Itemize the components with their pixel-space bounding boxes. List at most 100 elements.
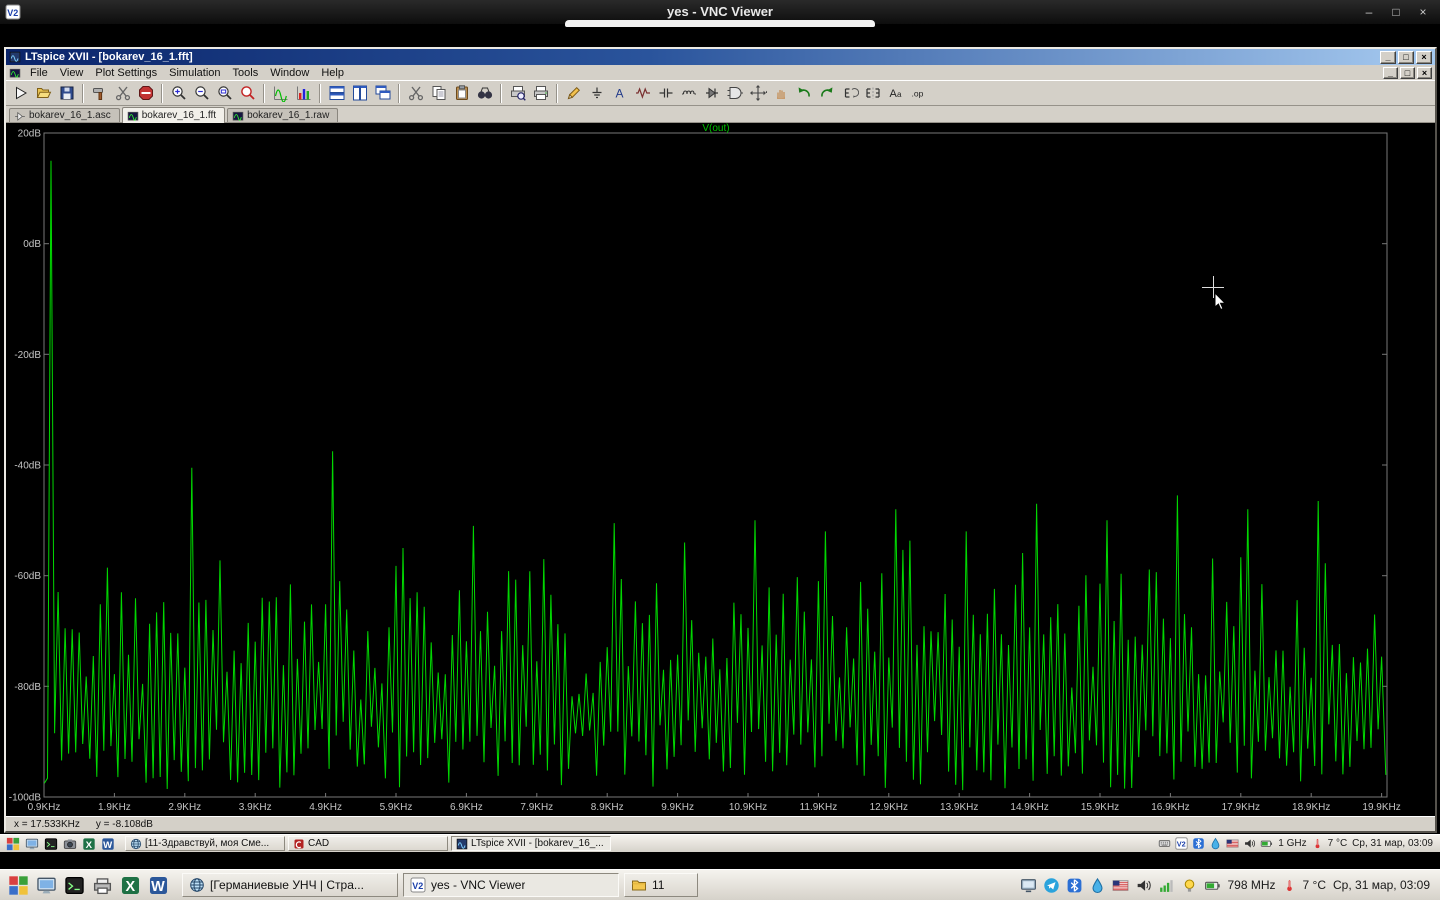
chart-bars-button[interactable] [292, 82, 315, 104]
zoom-full-button[interactable] [213, 82, 236, 104]
remote-tray-flag-us[interactable] [1226, 837, 1239, 850]
remote-tray-keyboard[interactable] [1158, 837, 1171, 850]
remote-task-cad[interactable]: CAD [288, 836, 448, 851]
svg-text:A: A [615, 87, 623, 101]
vnc-toolbar-tab[interactable] [565, 20, 875, 27]
local-launcher-app-menu[interactable] [4, 871, 32, 899]
local-launcher-word[interactable]: W [144, 871, 172, 899]
diode-button[interactable] [700, 82, 723, 104]
local-tray-flag-us[interactable] [1112, 877, 1129, 894]
autorange-button[interactable] [269, 82, 292, 104]
remote-launcher-computer[interactable] [22, 836, 41, 852]
remote-tray-drop[interactable] [1209, 837, 1222, 850]
vnc-minimize-button[interactable]: – [1362, 1, 1376, 23]
document-close-button[interactable]: × [1417, 67, 1432, 79]
local-launcher-calc[interactable]: X [116, 871, 144, 899]
document-minimize-button[interactable]: _ [1383, 67, 1398, 79]
save-button[interactable] [55, 82, 78, 104]
local-tray-monitor[interactable] [1020, 877, 1037, 894]
component-button[interactable] [723, 82, 746, 104]
remote-tray-volume[interactable] [1243, 837, 1256, 850]
local-tray-battery[interactable] [1204, 877, 1221, 894]
local-tray-bulb[interactable] [1181, 877, 1198, 894]
local-tray-bluetooth[interactable] [1066, 877, 1083, 894]
run-button[interactable] [9, 82, 32, 104]
menu-view[interactable]: View [54, 66, 90, 80]
cut-button[interactable] [404, 82, 427, 104]
cascade-button[interactable] [371, 82, 394, 104]
undo-button[interactable] [792, 82, 815, 104]
local-tray-volume[interactable] [1135, 877, 1152, 894]
print-button[interactable] [529, 82, 552, 104]
remote-tray-bluetooth[interactable] [1192, 837, 1205, 850]
ltspice-restore-button[interactable]: □ [1398, 51, 1414, 64]
local-tray-drop[interactable] [1089, 877, 1106, 894]
tab-bokarev-16-1-asc[interactable]: bokarev_16_1.asc [9, 108, 120, 122]
local-launcher-terminal[interactable] [60, 871, 88, 899]
open-button[interactable] [32, 82, 55, 104]
local-launcher-computer[interactable] [32, 871, 60, 899]
mirror-button[interactable] [861, 82, 884, 104]
vnc-maximize-button[interactable]: □ [1389, 1, 1403, 23]
zoom-region-button[interactable] [236, 82, 259, 104]
tab-bokarev-16-1-fft[interactable]: bokarev_16_1.fft [122, 107, 225, 123]
local-task-globe[interactable]: [Германиевые УНЧ | Стра... [182, 873, 398, 897]
find-button[interactable] [473, 82, 496, 104]
redo-button[interactable] [815, 82, 838, 104]
remote-launcher-terminal[interactable] [41, 836, 60, 852]
scissors-button[interactable] [111, 82, 134, 104]
local-launcher-printer[interactable] [88, 871, 116, 899]
menu-help[interactable]: Help [315, 66, 350, 80]
halt-button[interactable] [134, 82, 157, 104]
paste-button[interactable] [450, 82, 473, 104]
menu-tools[interactable]: Tools [227, 66, 265, 80]
remote-tray-vnc[interactable]: V2 [1175, 837, 1188, 850]
control-panel-button[interactable] [88, 82, 111, 104]
schematic-icon [14, 110, 26, 122]
capacitor-button[interactable] [654, 82, 677, 104]
vnc-close-button[interactable]: × [1416, 1, 1430, 23]
tab-bokarev-16-1-raw[interactable]: bokarev_16_1.raw [227, 108, 338, 122]
remote-launcher-word[interactable]: W [98, 836, 117, 852]
ltspice-titlebar[interactable]: LTspice XVII - [bokarev_16_1.fft] _□× [6, 49, 1435, 65]
trace-legend[interactable]: V(out) [702, 123, 729, 134]
zoom-out-button[interactable] [190, 82, 213, 104]
remote-task-ltspice[interactable]: LTspice XVII - [bokarev_16_... [451, 836, 611, 851]
remote-task-globe[interactable]: [11-Здравствуй, моя Сме... [125, 836, 285, 851]
inductor-button[interactable] [677, 82, 700, 104]
remote-launcher-app-menu[interactable] [3, 836, 22, 852]
ltspice-close-button[interactable]: × [1416, 51, 1432, 64]
print-preview-button[interactable] [506, 82, 529, 104]
label-button[interactable]: A [608, 82, 631, 104]
ltspice-minimize-button[interactable]: _ [1380, 51, 1396, 64]
zoom-in-button[interactable] [167, 82, 190, 104]
remote-tray-battery[interactable] [1260, 837, 1273, 850]
local-clock[interactable]: Ср, 31 мар, 03:09 [1333, 878, 1430, 892]
spice-directive-button[interactable]: .op [907, 82, 930, 104]
local-task-folder[interactable]: 11 [624, 873, 698, 897]
document-restore-button[interactable]: □ [1400, 67, 1415, 79]
rotate-button[interactable] [838, 82, 861, 104]
wire-button[interactable] [562, 82, 585, 104]
local-task-vnc[interactable]: V2yes - VNC Viewer [403, 873, 619, 897]
tile-vert-button[interactable] [348, 82, 371, 104]
fft-plot-canvas[interactable]: V(out)20dB0dB-20dB-40dB-60dB-80dB-100dB0… [6, 123, 1435, 816]
move-button[interactable] [746, 82, 769, 104]
fft-plot-pane[interactable]: V(out)20dB0dB-20dB-40dB-60dB-80dB-100dB0… [6, 123, 1435, 816]
remote-launcher-camera[interactable] [60, 836, 79, 852]
remote-launcher-calc[interactable]: X [79, 836, 98, 852]
menu-plot-settings[interactable]: Plot Settings [89, 66, 163, 80]
remote-clock[interactable]: Ср, 31 мар, 03:09 [1352, 838, 1433, 849]
drag-button[interactable] [769, 82, 792, 104]
calc-icon: X [120, 875, 141, 896]
resistor-button[interactable] [631, 82, 654, 104]
copy-button[interactable] [427, 82, 450, 104]
local-tray-signal[interactable] [1158, 877, 1175, 894]
local-tray-telegram[interactable] [1043, 877, 1060, 894]
menu-window[interactable]: Window [264, 66, 315, 80]
tile-horiz-button[interactable] [325, 82, 348, 104]
ground-button[interactable] [585, 82, 608, 104]
menu-simulation[interactable]: Simulation [163, 66, 226, 80]
text-button[interactable]: Aa [884, 82, 907, 104]
menu-file[interactable]: File [24, 66, 54, 80]
